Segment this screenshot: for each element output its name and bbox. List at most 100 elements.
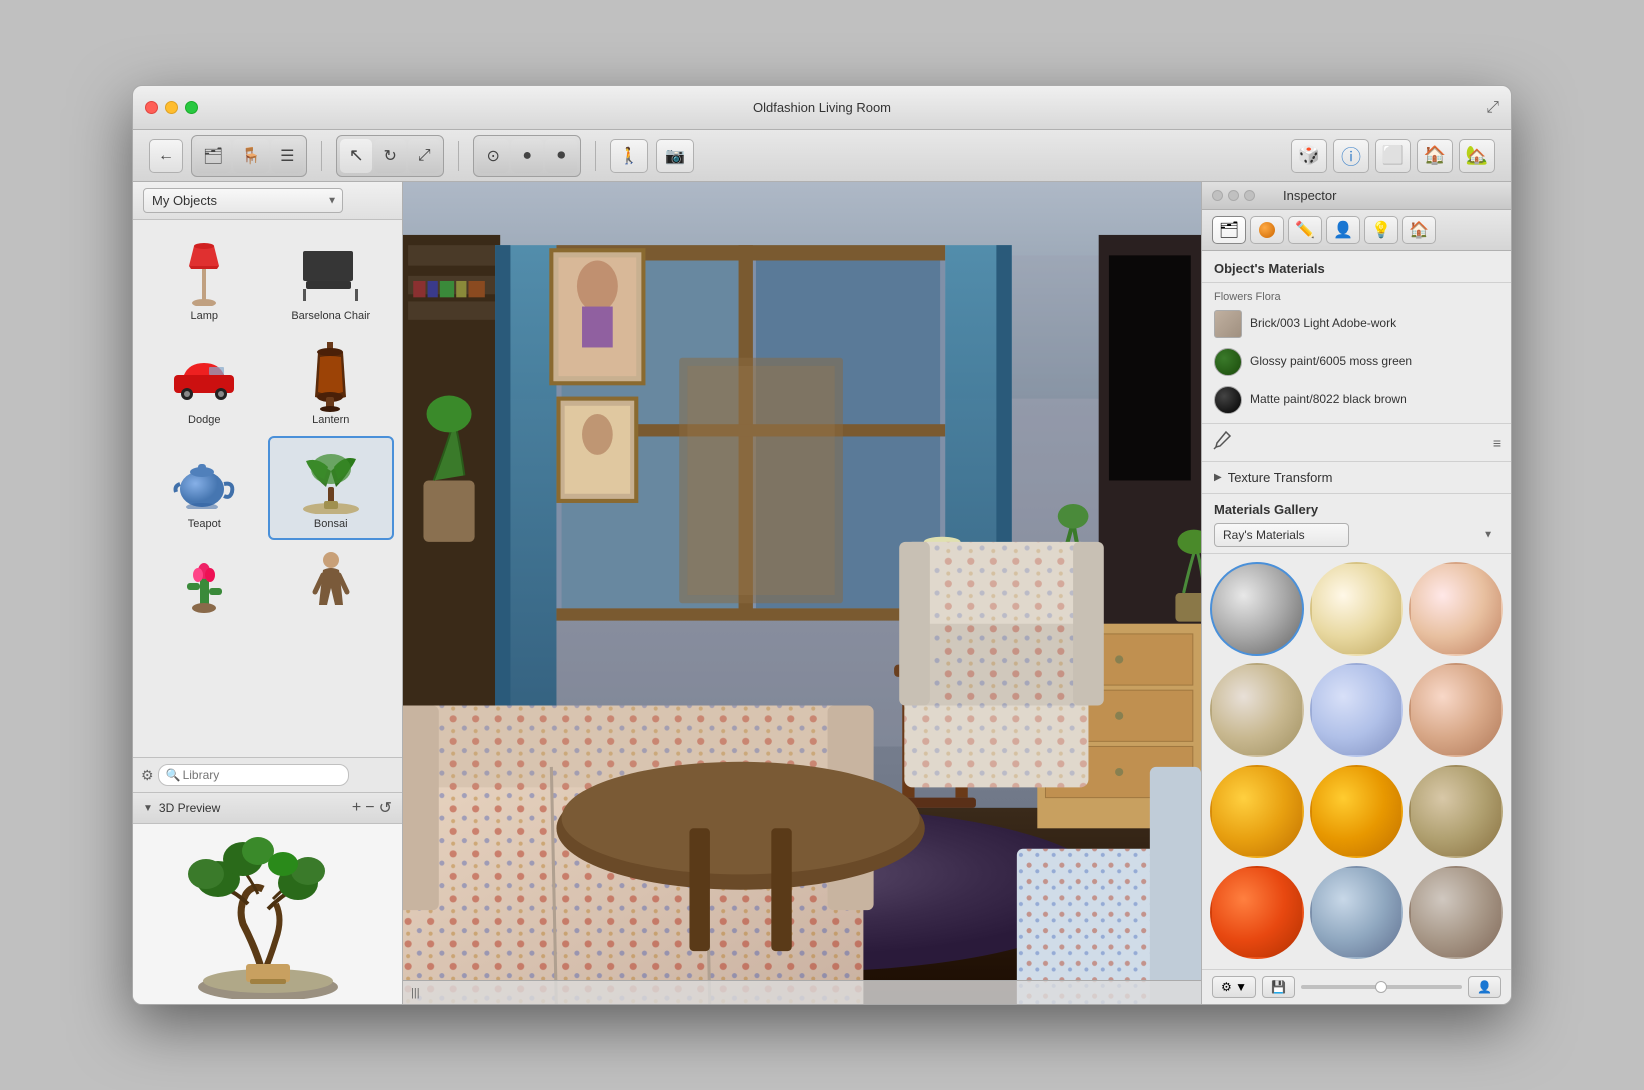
dice-icon: 🎲 xyxy=(1298,145,1320,166)
search-input[interactable] xyxy=(158,764,349,786)
material-swatch-10[interactable] xyxy=(1210,866,1304,960)
walk-button[interactable]: 🚶 xyxy=(610,139,648,173)
render-group: ⊙ ● ⏺ xyxy=(473,135,581,177)
record-btn[interactable]: ⏺ xyxy=(545,139,577,173)
object-item-teapot[interactable]: Teapot xyxy=(141,436,268,540)
brick-swatch xyxy=(1214,310,1242,338)
inspector-title: Inspector xyxy=(1283,188,1336,203)
object-item-lamp[interactable]: Lamp xyxy=(141,228,268,332)
arrow-icon: ↖ xyxy=(349,145,364,166)
texture-collapse-icon: ▶ xyxy=(1214,472,1222,483)
inspector-tab-edit[interactable]: ✏️ xyxy=(1288,216,1322,244)
bonsai-preview-svg xyxy=(168,829,368,999)
object-item-cactus[interactable] xyxy=(141,540,268,632)
toolbar: ← 🗂 🪑 ☰ ↖ ↻ ⤢ xyxy=(133,130,1511,182)
gallery-person-button[interactable]: 👤 xyxy=(1468,976,1501,998)
search-settings-button[interactable]: ⚙ xyxy=(141,767,154,784)
move-icon: ⤢ xyxy=(418,147,431,165)
materials-list: Flowers Flora Brick/003 Light Adobe-work… xyxy=(1202,283,1511,424)
texture-transform-header[interactable]: ▶ Texture Transform xyxy=(1214,470,1499,485)
dodge-icon xyxy=(169,355,239,400)
walk-icon: 🚶 xyxy=(619,146,639,166)
material-swatch-9[interactable] xyxy=(1409,765,1503,859)
layout2-icon: 🏠 xyxy=(1424,145,1446,166)
expand-icon[interactable]: ⤢ xyxy=(1486,99,1499,116)
gallery-save-button[interactable]: 💾 xyxy=(1262,976,1295,998)
move-tool-button[interactable]: ⤢ xyxy=(408,139,440,173)
object-item-bonsai[interactable]: Bonsai xyxy=(268,436,395,540)
inspector-tab-person[interactable]: 👤 xyxy=(1326,216,1360,244)
gallery-slider[interactable] xyxy=(1301,985,1462,989)
chair-view-button[interactable]: 🪑 xyxy=(233,139,269,173)
object-item-person[interactable] xyxy=(268,540,395,632)
material-swatch-7[interactable] xyxy=(1210,765,1304,859)
home-button[interactable]: 🏡 xyxy=(1459,139,1495,173)
preview-section: ▼ 3D Preview + − ↺ xyxy=(133,792,402,1004)
inspector-tab-sphere[interactable] xyxy=(1250,216,1284,244)
eyedropper-button[interactable] xyxy=(1212,430,1232,455)
viewport[interactable]: ||| xyxy=(403,182,1201,1004)
material-swatch-11[interactable] xyxy=(1310,866,1404,960)
preview-collapse-icon: ▼ xyxy=(143,803,153,814)
window-title: Oldfashion Living Room xyxy=(753,100,891,115)
bonsai-icon-container xyxy=(291,446,371,516)
brick-material-name: Brick/003 Light Adobe-work xyxy=(1250,316,1499,332)
material-swatch-1[interactable] xyxy=(1210,562,1304,656)
info-button[interactable]: ⓘ xyxy=(1333,139,1369,173)
inspector-minimize-btn[interactable] xyxy=(1228,190,1239,201)
list-view-button[interactable]: ☰ xyxy=(271,139,303,173)
maximize-button[interactable] xyxy=(185,101,198,114)
back-button[interactable]: ← xyxy=(149,139,183,173)
search-icon: 🔍 xyxy=(166,768,181,782)
minimize-button[interactable] xyxy=(165,101,178,114)
preview-header[interactable]: ▼ 3D Preview + − ↺ xyxy=(133,793,402,824)
gallery-dropdown[interactable]: Ray's MaterialsStandard MaterialsCustom … xyxy=(1214,523,1349,547)
circle-btn[interactable]: ⊙ xyxy=(477,139,509,173)
app-window: Oldfashion Living Room ⤢ ← 🗂 🪑 ☰ ↖ xyxy=(132,85,1512,1005)
objects-view-button[interactable]: 🗂 xyxy=(195,139,231,173)
zoom-out-button[interactable]: − xyxy=(365,798,374,818)
object-item-barselona[interactable]: Barselona Chair xyxy=(268,228,395,332)
inspector-tab-house[interactable]: 🏠 xyxy=(1402,216,1436,244)
viewport-bottom-bar: ||| xyxy=(403,980,1201,1004)
camera-icon: 📷 xyxy=(665,146,685,166)
dot-btn[interactable]: ● xyxy=(511,139,543,173)
close-button[interactable] xyxy=(145,101,158,114)
gallery-save-icon: 💾 xyxy=(1271,980,1286,994)
dice-button[interactable]: 🎲 xyxy=(1291,139,1327,173)
material-item-brick[interactable]: Brick/003 Light Adobe-work xyxy=(1202,305,1511,343)
preview-refresh-button[interactable]: ↺ xyxy=(379,798,392,818)
material-swatch-6[interactable] xyxy=(1409,663,1503,757)
materials-menu-button[interactable]: ≡ xyxy=(1493,432,1501,453)
barselona-icon xyxy=(298,246,363,301)
object-item-lantern[interactable]: Lantern xyxy=(268,332,395,436)
main-content: My Objects ▼ L xyxy=(133,182,1511,1004)
objects-dropdown-wrapper[interactable]: My Objects ▼ xyxy=(143,188,343,213)
layout2-button[interactable]: 🏠 xyxy=(1417,139,1453,173)
inspector-maximize-btn[interactable] xyxy=(1244,190,1255,201)
material-swatch-8[interactable] xyxy=(1310,765,1404,859)
material-swatch-3[interactable] xyxy=(1409,562,1503,656)
material-item-moss[interactable]: Glossy paint/6005 moss green xyxy=(1202,343,1511,381)
inspector-close-btn[interactable] xyxy=(1212,190,1223,201)
objects-icon: 🗂 xyxy=(203,146,223,166)
material-swatch-12[interactable] xyxy=(1409,866,1503,960)
gallery-gear-button[interactable]: ⚙ ▼ xyxy=(1212,976,1256,998)
select-tool-button[interactable]: ↖ xyxy=(340,139,372,173)
material-swatch-4[interactable] xyxy=(1210,663,1304,757)
rotate-tool-button[interactable]: ↻ xyxy=(374,139,406,173)
teapot-label: Teapot xyxy=(188,518,221,530)
inspector-tab-light[interactable]: 💡 xyxy=(1364,216,1398,244)
preview-title: 3D Preview xyxy=(159,801,220,815)
cactus-icon-container xyxy=(164,550,244,620)
inspector-tab-objects[interactable]: 🗂 xyxy=(1212,216,1246,244)
material-swatch-2[interactable] xyxy=(1310,562,1404,656)
object-item-dodge[interactable]: Dodge xyxy=(141,332,268,436)
objects-dropdown[interactable]: My Objects xyxy=(143,188,343,213)
layout1-button[interactable]: ⬜ xyxy=(1375,139,1411,173)
zoom-in-button[interactable]: + xyxy=(352,798,361,818)
gallery-dropdown-wrapper[interactable]: Ray's MaterialsStandard MaterialsCustom … xyxy=(1214,523,1499,547)
camera-button[interactable]: 📷 xyxy=(656,139,694,173)
material-swatch-5[interactable] xyxy=(1310,663,1404,757)
material-item-black[interactable]: Matte paint/8022 black brown xyxy=(1202,381,1511,419)
